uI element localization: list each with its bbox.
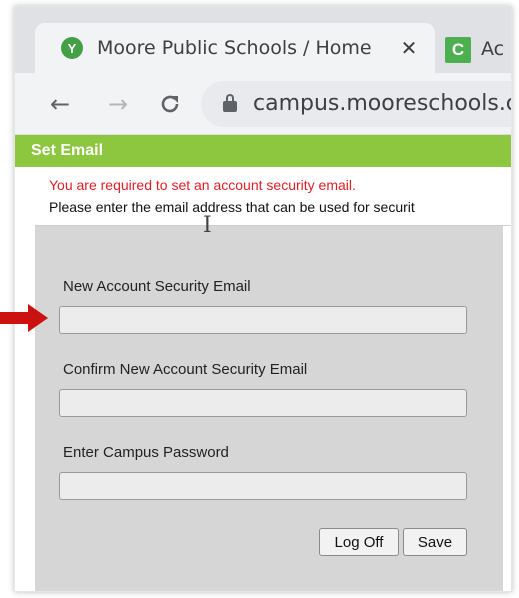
info-message: Please enter the email address that can …: [49, 199, 415, 215]
tab-strip: Y Moore Public Schools / Home ✕ C Ac: [15, 7, 511, 73]
red-arrow-icon: [0, 304, 48, 332]
new-email-field[interactable]: [59, 306, 467, 334]
url-text: campus.mooreschools.cc: [253, 91, 512, 116]
save-button[interactable]: Save: [403, 528, 467, 556]
new-email-label: New Account Security Email: [63, 278, 251, 295]
text-cursor-icon: I: [203, 213, 212, 238]
back-arrow-icon[interactable]: ←: [45, 89, 75, 119]
tab-moore-public-schools[interactable]: Y Moore Public Schools / Home ✕: [35, 23, 435, 73]
reload-icon[interactable]: [155, 89, 185, 119]
page-title: Set Email: [15, 135, 511, 167]
password-label: Enter Campus Password: [63, 444, 229, 461]
confirm-email-label: Confirm New Account Security Email: [63, 361, 308, 378]
browser-toolbar: ← → campus.mooreschools.cc: [15, 73, 511, 135]
forward-arrow-icon[interactable]: →: [103, 89, 133, 119]
address-bar[interactable]: campus.mooreschools.cc: [201, 81, 512, 127]
set-email-form: New Account Security Email Confirm New A…: [35, 226, 503, 591]
tab-second-title[interactable]: Ac: [481, 38, 504, 60]
page-content: Set Email You are required to set an acc…: [15, 135, 511, 591]
moore-schools-logo-icon: Y: [61, 37, 83, 59]
password-field[interactable]: [59, 472, 467, 500]
confirm-email-field[interactable]: [59, 389, 467, 417]
tab-title: Moore Public Schools / Home: [97, 37, 372, 59]
log-off-button[interactable]: Log Off: [319, 528, 399, 556]
close-icon[interactable]: ✕: [395, 35, 423, 61]
warning-message: You are required to set an account secur…: [49, 177, 356, 193]
lock-icon: [223, 94, 237, 112]
screenshot-frame: Y Moore Public Schools / Home ✕ C Ac ← →…: [14, 6, 512, 592]
campus-logo-icon[interactable]: C: [445, 37, 471, 63]
